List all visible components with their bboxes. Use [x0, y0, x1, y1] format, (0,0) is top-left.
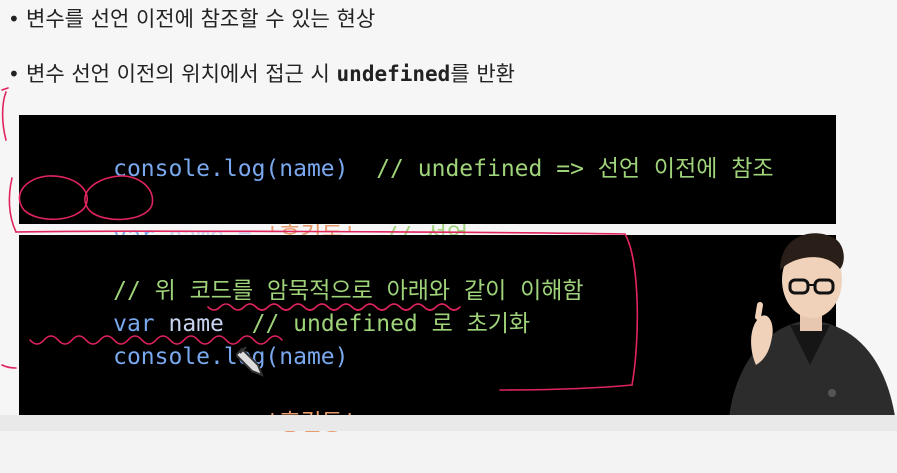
presenter-video: [728, 233, 897, 431]
bullet-item-2: • 변수 선언 이전의 위치에서 접근 시 undefined를 반환: [8, 58, 515, 88]
lecture-slide: • 변수를 선언 이전에 참조할 수 있는 현상 • 변수 선언 이전의 위치에서 …: [0, 0, 897, 436]
code-block-1: console.log(name) // undefined => 선언 이전에…: [19, 115, 836, 249]
code-comment: // undefined => 선언 이전에 참조: [376, 156, 774, 182]
bullet-code-word: undefined: [336, 62, 451, 86]
bottom-strip: [0, 415, 897, 431]
code-block-2: // 위 코드를 암묵적으로 아래와 같이 이해함 var name // un…: [19, 235, 836, 436]
bullet-text-2-after: 를 반환: [450, 62, 515, 86]
code-call: console.log(name): [113, 344, 349, 370]
pencil-cursor-icon: [236, 346, 264, 377]
bullet-text-2-before: 변수 선언 이전의 위치에서 접근 시: [26, 62, 337, 86]
bullet-text-1: 변수를 선언 이전에 참조할 수 있는 현상: [26, 7, 376, 31]
bullet-dot: •: [8, 7, 20, 31]
bullet-dot: •: [8, 62, 20, 86]
bullet-item-1: • 변수를 선언 이전에 참조할 수 있는 현상: [8, 3, 375, 33]
code-call: console.log(name): [113, 156, 349, 182]
